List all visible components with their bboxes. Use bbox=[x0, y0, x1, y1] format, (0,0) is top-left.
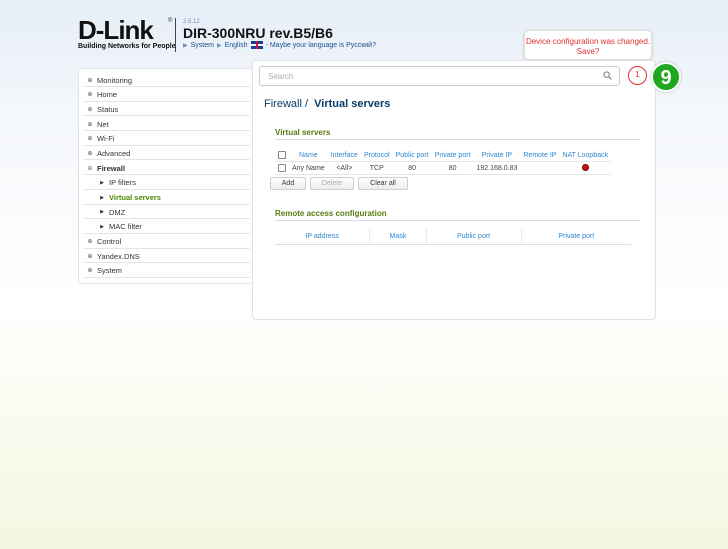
expand-icon: ⊕ bbox=[87, 77, 93, 84]
bullet-arrow-icon: ▶ bbox=[100, 209, 104, 216]
add-button[interactable]: Add bbox=[270, 177, 306, 190]
main-panel: Search 1 9 Firewall / Virtual servers Vi… bbox=[252, 60, 681, 320]
column-header[interactable]: Mask bbox=[369, 228, 427, 245]
sidebar-item-system[interactable]: ⊕ System bbox=[84, 265, 250, 278]
expand-icon: ⊕ bbox=[87, 136, 93, 143]
column-header[interactable]: Interface bbox=[328, 149, 361, 162]
cell-public-port: 80 bbox=[392, 161, 432, 175]
cell-nat-loopback bbox=[559, 161, 612, 175]
cell-remote-ip bbox=[520, 161, 560, 175]
cell-name: Any Name bbox=[289, 161, 328, 175]
select-all-checkbox[interactable] bbox=[275, 149, 289, 162]
expand-icon: ⊕ bbox=[87, 106, 93, 113]
clear-all-button[interactable]: Clear all bbox=[358, 177, 408, 190]
sidebar-item-virtual-servers[interactable]: ▶ Virtual servers bbox=[84, 192, 250, 205]
header-divider bbox=[175, 18, 176, 52]
delete-button[interactable]: Delete bbox=[310, 177, 354, 190]
column-header[interactable]: Private IP bbox=[474, 149, 521, 162]
page-title: Firewall / Virtual servers bbox=[264, 98, 390, 110]
sidebar-menu: ⊕ Monitoring ⊕ Home ⊕ Status ⊕ Net ⊕ Wi-Fi ⊕ A… bbox=[78, 68, 253, 284]
search-placeholder: Search bbox=[268, 72, 294, 81]
virtual-servers-table: Name Interface Protocol Public port Priv… bbox=[275, 149, 612, 175]
sidebar-item-advanced[interactable]: ⊕ Advanced bbox=[84, 147, 250, 161]
column-header[interactable]: Private port bbox=[432, 149, 474, 162]
language-hint-link[interactable]: - Maybe your language is Русский? bbox=[266, 42, 376, 49]
device-model: DIR-300NRU rev.B5/B6 bbox=[183, 25, 333, 41]
registered-mark: ® bbox=[168, 18, 173, 24]
uk-flag-icon bbox=[250, 41, 263, 49]
arrow-icon: ▶ bbox=[183, 42, 188, 49]
cell-interface: <All> bbox=[327, 161, 361, 175]
remote-access-table: IP address Mask Public port Private port bbox=[275, 228, 631, 245]
column-header[interactable]: IP address bbox=[275, 228, 371, 245]
sidebar-item-mac-filter[interactable]: ▶ MAC filter bbox=[84, 221, 250, 234]
column-header[interactable]: NAT Loopback bbox=[559, 149, 611, 162]
row-checkbox[interactable] bbox=[275, 161, 289, 175]
expand-icon: ⊕ bbox=[87, 253, 93, 260]
table-header-row: IP address Mask Public port Private port bbox=[275, 228, 631, 245]
section-divider bbox=[275, 220, 640, 221]
breadcrumb-section: Firewall / bbox=[264, 98, 309, 110]
sidebar-item-firewall[interactable]: ⊖ Firewall bbox=[84, 162, 250, 176]
cell-private-ip: 192.168.0.83 bbox=[473, 161, 521, 175]
column-header[interactable]: Public port bbox=[393, 149, 432, 162]
loopback-status-icon bbox=[581, 163, 589, 171]
sidebar-item-net[interactable]: ⊕ Net bbox=[84, 118, 250, 132]
cell-protocol: TCP bbox=[360, 161, 393, 175]
expand-icon: ⊕ bbox=[87, 150, 93, 157]
sidebar-item-yandex-dns[interactable]: ⊕ Yandex.DNS bbox=[84, 250, 250, 264]
cell-private-port: 80 bbox=[431, 161, 474, 175]
system-link[interactable]: System bbox=[191, 42, 214, 49]
sidebar-item-home[interactable]: ⊕ Home bbox=[84, 89, 250, 102]
bullet-arrow-icon: ▶ bbox=[100, 194, 104, 201]
step-number-badge: 9 bbox=[651, 62, 681, 92]
notification-count-badge[interactable]: 1 bbox=[628, 66, 647, 85]
expand-icon: ⊕ bbox=[87, 92, 93, 99]
sidebar-item-wifi[interactable]: ⊕ Wi-Fi bbox=[84, 133, 250, 146]
column-header[interactable]: Protocol bbox=[361, 149, 393, 162]
table-row[interactable]: Any Name <All> TCP 80 80 192.168.0.83 bbox=[275, 161, 612, 175]
sidebar-item-dmz[interactable]: ▶ DMZ bbox=[84, 206, 250, 220]
expand-icon: ⊕ bbox=[87, 239, 93, 246]
sidebar-item-monitoring[interactable]: ⊕ Monitoring bbox=[84, 74, 250, 87]
sidebar-item-ip-filters[interactable]: ▶ IP filters bbox=[84, 177, 250, 190]
table-actions: Add Delete Clear all bbox=[270, 177, 408, 190]
header-links: ▶ System ▶ English - Maybe your language… bbox=[183, 41, 376, 49]
brand-name: D-Link bbox=[78, 15, 154, 45]
section-divider bbox=[275, 139, 640, 140]
arrow-icon: ▶ bbox=[216, 42, 222, 49]
brand-tagline: Building Networks for People bbox=[78, 43, 176, 50]
collapse-icon: ⊖ bbox=[87, 165, 93, 172]
search-input[interactable]: Search bbox=[259, 66, 620, 86]
bullet-arrow-icon: ▶ bbox=[100, 179, 104, 186]
expand-icon: ⊕ bbox=[87, 121, 93, 128]
virtual-servers-heading: Virtual servers bbox=[275, 128, 331, 137]
sidebar-item-status[interactable]: ⊕ Status bbox=[84, 103, 250, 117]
column-header[interactable]: Name bbox=[289, 149, 328, 162]
search-icon[interactable] bbox=[603, 71, 612, 80]
bullet-arrow-icon: ▶ bbox=[100, 223, 104, 230]
expand-icon: ⊕ bbox=[87, 268, 93, 275]
column-header[interactable]: Private port bbox=[521, 228, 631, 245]
sidebar-item-control[interactable]: ⊕ Control bbox=[84, 236, 250, 249]
column-header[interactable]: Remote IP bbox=[520, 149, 559, 162]
table-header-row: Name Interface Protocol Public port Priv… bbox=[275, 149, 611, 162]
config-changed-toast[interactable]: Device configuration was changed. Save? bbox=[524, 30, 652, 60]
column-header[interactable]: Public port bbox=[426, 228, 522, 245]
breadcrumb-page: Virtual servers bbox=[314, 98, 391, 110]
remote-access-heading: Remote access configuration bbox=[275, 209, 387, 218]
language-link[interactable]: English bbox=[225, 42, 248, 49]
dlink-logo[interactable]: D-Link ® Building Networks for People bbox=[78, 15, 176, 50]
